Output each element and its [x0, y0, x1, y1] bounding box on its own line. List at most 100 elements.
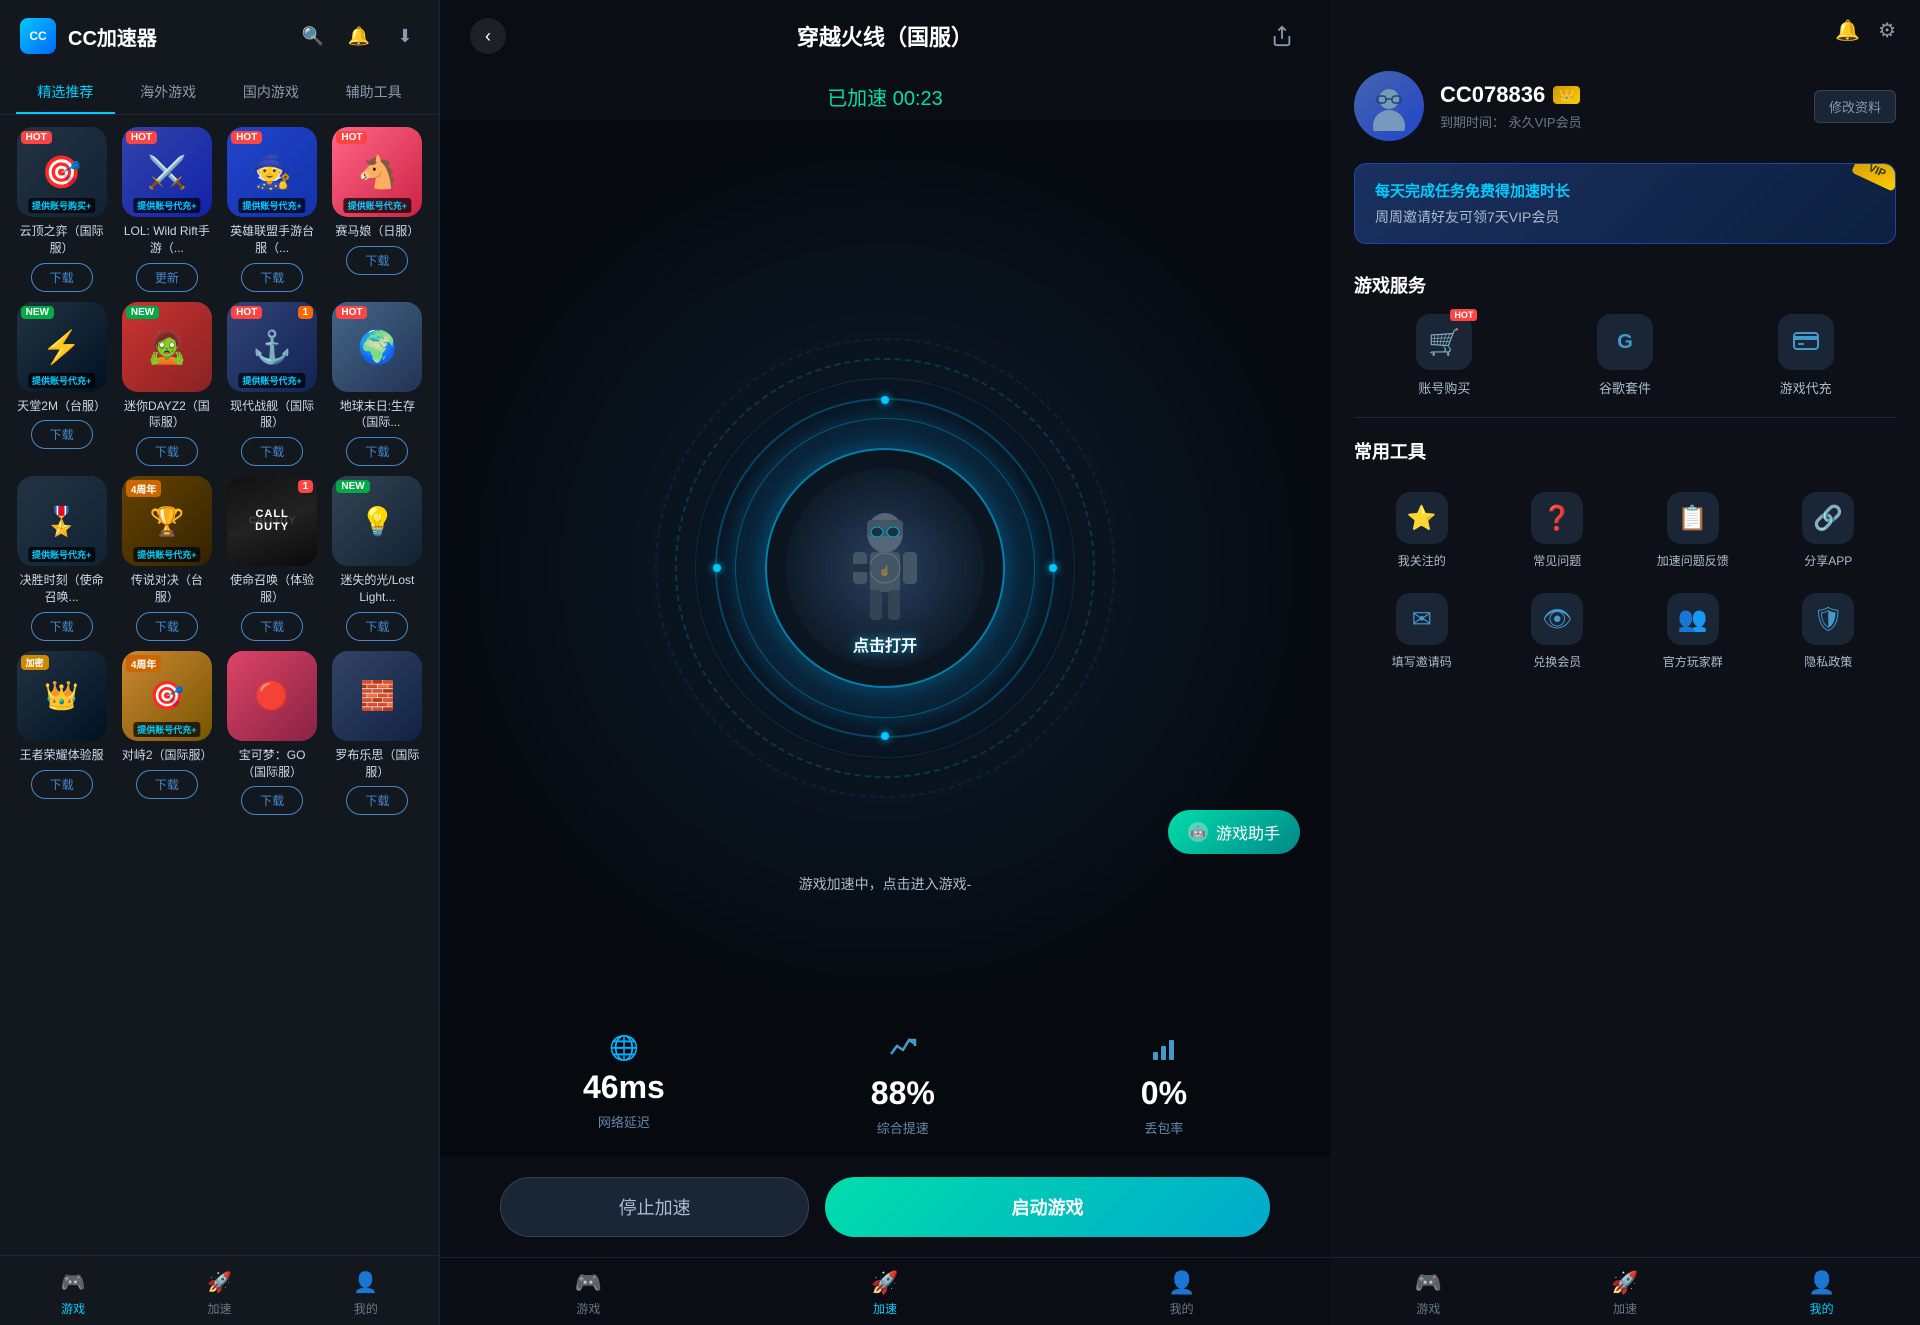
profile-icon: 👤 — [352, 1268, 380, 1296]
tab-tools[interactable]: 辅助工具 — [324, 72, 423, 114]
download-button[interactable]: 下载 — [136, 770, 198, 799]
edit-profile-button[interactable]: 修改资料 — [1814, 90, 1896, 123]
list-item: HOT 🎯 提供账号购买+ 云顶之弈（国际服） 下载 — [14, 127, 109, 292]
game-thumb[interactable]: 4周年 🎯 提供账号代充+ — [122, 651, 212, 741]
nav-profile-label: 我的 — [354, 1300, 378, 1317]
game-name: 罗布乐思（国际服） — [332, 747, 422, 781]
sub-badge: 提供账号代充+ — [133, 198, 200, 213]
vip-promo-banner[interactable]: 每天完成任务免费得加速时长 周周邀请好友可领7天VIP会员 — [1354, 163, 1896, 244]
sub-badge: 提供账号代充+ — [133, 722, 200, 737]
middle-nav-speed[interactable]: 🚀 加速 — [737, 1270, 1034, 1317]
start-game-button[interactable]: 启动游戏 — [825, 1177, 1270, 1237]
download-button[interactable]: 下载 — [31, 770, 93, 799]
game-center-button[interactable]: ☝ 点击打开 — [765, 448, 1005, 688]
game-thumb[interactable]: NEW 🧟 — [122, 302, 212, 392]
nav-games[interactable]: 🎮 游戏 — [0, 1268, 146, 1317]
game-thumb[interactable]: HOT ⚓ 提供账号代充+ 1 — [227, 302, 317, 392]
game-name: 王者荣耀体验服 — [20, 747, 104, 764]
download-button[interactable]: 下载 — [346, 612, 408, 641]
right-nav-speed[interactable]: 🚀 加速 — [1527, 1270, 1724, 1317]
game-thumb[interactable]: 🔴 — [227, 651, 317, 741]
tools-grid: ⭐ 我关注的 ❓ 常见问题 📋 加速问题反馈 🔗 分享APP ✉ — [1330, 472, 1920, 690]
download-button[interactable]: 下载 — [241, 437, 303, 466]
tool-share[interactable]: 🔗 分享APP — [1761, 480, 1897, 581]
game-thumb[interactable]: 4周年 🏆 提供账号代充+ — [122, 476, 212, 566]
tool-community[interactable]: 👥 官方玩家群 — [1625, 581, 1761, 682]
download-button[interactable]: 下载 — [136, 437, 198, 466]
sub-badge: 提供账号代充+ — [238, 198, 305, 213]
tool-exchange[interactable]: 👁 兑换会员 — [1490, 581, 1626, 682]
tab-domestic[interactable]: 国内游戏 — [222, 72, 321, 114]
user-profile: CC078836 👑 到期时间： 永久VIP会员 修改资料 — [1330, 61, 1920, 151]
game-thumb[interactable]: HOT ⚔️ 提供账号代充+ — [122, 127, 212, 217]
list-item: 🎖️ 提供账号代充+ 决胜时刻（使命召唤... 下载 — [14, 476, 109, 641]
download-icon[interactable]: ⬇ — [391, 22, 419, 50]
tool-invite[interactable]: ✉ 填写邀请码 — [1354, 581, 1490, 682]
notification-icon[interactable]: 🔔 — [345, 22, 373, 50]
list-item: 4周年 🏆 提供账号代充+ 传说对决（台服） 下载 — [119, 476, 214, 641]
tool-following[interactable]: ⭐ 我关注的 — [1354, 480, 1490, 581]
download-button[interactable]: 下载 — [346, 786, 408, 815]
middle-nav-games[interactable]: 🎮 游戏 — [440, 1270, 737, 1317]
update-button[interactable]: 更新 — [136, 263, 198, 292]
right-settings-icon[interactable]: ⚙ — [1878, 18, 1896, 43]
download-button[interactable]: 下载 — [346, 246, 408, 275]
game-thumb[interactable]: 🧱 — [332, 651, 422, 741]
game-services: 🛒 HOT 账号购买 G 谷歌套件 游戏代充 — [1330, 306, 1920, 413]
following-icon-wrap: ⭐ — [1396, 492, 1448, 544]
search-icon[interactable]: 🔍 — [299, 22, 327, 50]
nav-speed[interactable]: 🚀 加速 — [146, 1268, 292, 1317]
exchange-icon: 👁 — [1542, 605, 1572, 634]
right-games-icon: 🎮 — [1415, 1270, 1442, 1296]
tab-overseas[interactable]: 海外游戏 — [119, 72, 218, 114]
right-nav-games[interactable]: 🎮 游戏 — [1330, 1270, 1527, 1317]
game-thumb[interactable]: 加密 👑 — [17, 651, 107, 741]
tool-privacy[interactable]: 🛡 隐私政策 — [1761, 581, 1897, 682]
download-button[interactable]: 下载 — [241, 612, 303, 641]
download-button[interactable]: 下载 — [136, 612, 198, 641]
game-name: 现代战舰（国际服） — [227, 398, 317, 432]
game-thumb[interactable]: NEW ⚡ 提供账号代充+ — [17, 302, 107, 392]
service-shop[interactable]: 🛒 HOT 账号购买 — [1354, 314, 1535, 397]
download-button[interactable]: 下载 — [241, 263, 303, 292]
left-panel: CC CC加速器 🔍 🔔 ⬇ 精选推荐 海外游戏 国内游戏 辅助工具 HOT 🎯… — [0, 0, 440, 1325]
assistant-label: 游戏助手 — [1216, 820, 1280, 844]
tool-feedback[interactable]: 📋 加速问题反馈 — [1625, 480, 1761, 581]
left-header: CC CC加速器 🔍 🔔 ⬇ — [0, 0, 439, 72]
packetloss-icon — [1150, 1034, 1178, 1069]
service-google[interactable]: G 谷歌套件 — [1535, 314, 1716, 397]
tab-featured[interactable]: 精选推荐 — [16, 72, 115, 114]
nav-profile[interactable]: 👤 我的 — [293, 1268, 439, 1317]
download-button[interactable]: 下载 — [346, 437, 408, 466]
download-button[interactable]: 下载 — [241, 786, 303, 815]
tool-privacy-label: 隐私政策 — [1804, 653, 1852, 670]
game-thumb[interactable]: HOT 🎯 提供账号购买+ — [17, 127, 107, 217]
download-button[interactable]: 下载 — [31, 612, 93, 641]
game-thumb[interactable]: HOT 🐴 提供账号代充+ — [332, 127, 422, 217]
feedback-icon: 📋 — [1678, 504, 1708, 533]
hot-badge: HOT — [336, 306, 367, 319]
game-thumb[interactable]: 🎖️ 提供账号代充+ — [17, 476, 107, 566]
middle-nav-profile[interactable]: 👤 我的 — [1033, 1270, 1330, 1317]
game-row: 🎖️ 提供账号代充+ 决胜时刻（使命召唤... 下载 4周年 🏆 提供账号代充+… — [14, 476, 425, 641]
right-notification-icon[interactable]: 🔔 — [1835, 18, 1860, 43]
game-thumb[interactable]: HOT 🌍 — [332, 302, 422, 392]
right-nav-profile[interactable]: 👤 我的 — [1723, 1270, 1920, 1317]
game-loading-text: 游戏加速中，点击进入游戏- — [799, 874, 972, 894]
call-duty-text: CALLDUTY — [255, 508, 289, 534]
back-button[interactable]: ‹ — [470, 18, 506, 54]
game-thumb[interactable]: NEW 💡 — [332, 476, 422, 566]
game-name: 传说对决（台服） — [122, 572, 212, 606]
download-button[interactable]: 下载 — [31, 263, 93, 292]
service-topup[interactable]: 游戏代充 — [1715, 314, 1896, 397]
speed-icon: 🚀 — [205, 1268, 233, 1296]
promo-line1: 每天完成任务免费得加速时长 — [1375, 180, 1875, 201]
stop-acceleration-button[interactable]: 停止加速 — [500, 1177, 809, 1237]
tool-faq[interactable]: ❓ 常见问题 — [1490, 480, 1626, 581]
list-item: 4周年 🎯 提供账号代充+ 对峙2（国际服） 下载 — [119, 651, 214, 816]
download-button[interactable]: 下载 — [31, 420, 93, 449]
game-thumb[interactable]: HOT 🧙 提供账号代充+ — [227, 127, 317, 217]
share-button[interactable] — [1264, 18, 1300, 54]
game-assistant-button[interactable]: 🤖 游戏助手 — [1168, 810, 1300, 854]
game-thumb[interactable]: 1 CALLDUTY — [227, 476, 317, 566]
